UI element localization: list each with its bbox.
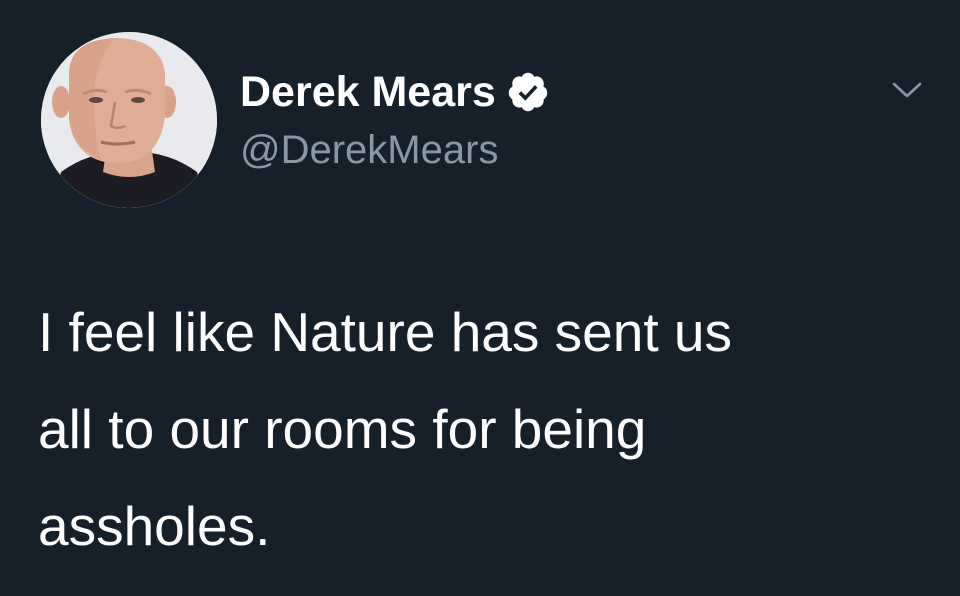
author-display-name[interactable]: Derek Mears bbox=[240, 68, 496, 117]
tweet-text: I feel like Nature has sent us all to ou… bbox=[38, 301, 732, 557]
author-handle[interactable]: @DerekMears bbox=[240, 128, 498, 173]
author-name-row[interactable]: Derek Mears bbox=[240, 66, 550, 118]
avatar[interactable] bbox=[41, 32, 217, 208]
verified-badge-icon bbox=[506, 70, 550, 114]
tweet-card: Derek Mears @DerekMears I feel like Natu… bbox=[0, 0, 960, 596]
avatar-image bbox=[41, 32, 217, 208]
chevron-down-icon[interactable] bbox=[890, 78, 924, 102]
